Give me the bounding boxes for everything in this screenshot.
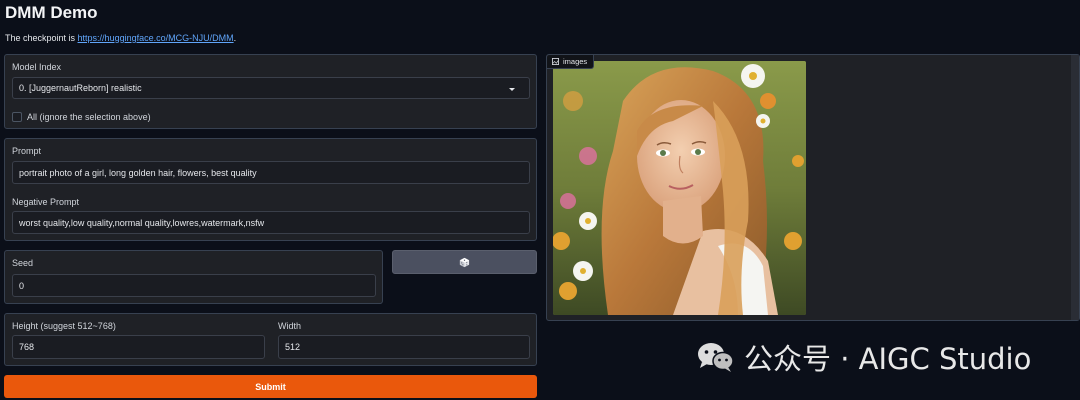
height-input[interactable]: 768 — [12, 335, 265, 359]
width-input[interactable]: 512 — [278, 335, 530, 359]
prompt-label: Prompt — [12, 146, 42, 156]
submit-button[interactable]: Submit — [4, 375, 537, 398]
negative-prompt-label: Negative Prompt — [12, 197, 80, 207]
width-label: Width — [278, 321, 302, 331]
seed-input[interactable]: 0 — [12, 274, 376, 297]
wechat-icon — [698, 343, 734, 372]
seed-label: Seed — [12, 258, 34, 268]
height-label: Height (suggest 512~768) — [12, 321, 116, 331]
images-label: images — [547, 55, 595, 69]
subtitle-suffix: . — [233, 33, 237, 43]
checkpoint-link[interactable]: https://huggingface.co/MCG-NJU/DMM — [78, 33, 234, 43]
width-value: 512 — [285, 342, 301, 352]
model-index-label: Model Index — [12, 62, 62, 72]
gallery-scrollbar[interactable] — [1071, 55, 1079, 320]
page-title: DMM Demo — [5, 3, 98, 22]
prompt-value: portrait photo of a girl, long golden ha… — [19, 167, 257, 178]
seed-panel: Seed 0 — [4, 250, 383, 304]
prompt-input[interactable]: portrait photo of a girl, long golden ha… — [12, 161, 530, 184]
subtitle-prefix: The checkpoint is — [5, 33, 78, 43]
watermark-text: 公众号 · AIGC Studio — [744, 342, 1032, 376]
page-subtitle: The checkpoint is https://huggingface.co… — [5, 33, 236, 43]
all-models-checkbox[interactable] — [12, 112, 22, 122]
randomize-seed-button[interactable] — [392, 250, 537, 274]
negative-prompt-value: worst quality,low quality,normal quality… — [19, 217, 265, 228]
image-icon — [552, 58, 559, 65]
images-label-text: images — [563, 57, 588, 66]
prompt-panel: Prompt portrait photo of a girl, long go… — [4, 138, 537, 241]
generated-image[interactable] — [553, 61, 806, 315]
dice-icon — [459, 257, 470, 267]
negative-prompt-input[interactable]: worst quality,low quality,normal quality… — [12, 211, 530, 234]
size-panel: Height (suggest 512~768) 768 Width 512 — [4, 313, 537, 366]
seed-value: 0 — [19, 280, 25, 291]
model-index-dropdown[interactable]: 0. [JuggernautReborn] realistic — [12, 77, 530, 99]
model-panel: Model Index 0. [JuggernautReborn] realis… — [4, 54, 537, 129]
images-gallery: images — [546, 54, 1080, 321]
height-value: 768 — [19, 342, 35, 352]
portrait-image — [553, 61, 806, 315]
all-models-label[interactable]: All (ignore the selection above) — [27, 112, 151, 122]
watermark: 公众号 · AIGC Studio — [696, 336, 1031, 378]
chevron-down-icon — [509, 88, 515, 91]
model-index-value: 0. [JuggernautReborn] realistic — [19, 83, 142, 93]
